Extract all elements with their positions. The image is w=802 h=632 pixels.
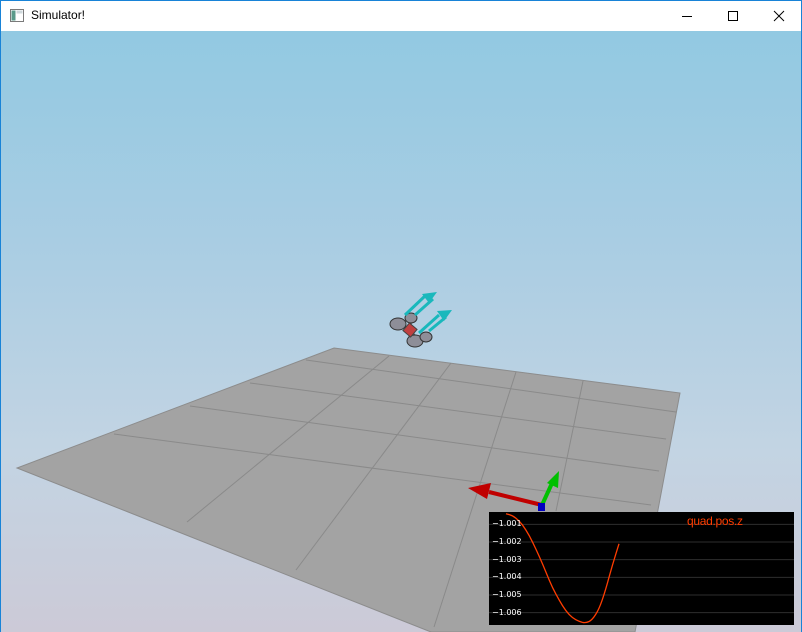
plot-grid: [489, 523, 794, 614]
quadcopter: [389, 312, 433, 348]
close-button[interactable]: [756, 1, 802, 31]
minimize-icon: [682, 16, 692, 17]
window-app-icon: [10, 9, 24, 22]
plot-series-line: [505, 513, 620, 624]
plot-ytick-label: −1.001: [492, 519, 522, 529]
plot-ytick-label: −1.002: [492, 537, 522, 547]
minimize-button[interactable]: [664, 1, 710, 31]
window-title: Simulator!: [31, 8, 86, 22]
close-icon: [773, 10, 785, 22]
plot-ytick-label: −1.006: [492, 607, 522, 617]
maximize-button[interactable]: [710, 1, 756, 31]
simulation-viewport[interactable]: quad.pos.z −1.001 −1.002 −1.003 −1.004 −1.00…: [1, 31, 801, 632]
title-bar[interactable]: Simulator!: [1, 1, 801, 31]
simulator-window: Simulator! quad.pos.z −1.001 −1.002 −1.0…: [0, 0, 802, 632]
plot-svg: [489, 513, 794, 624]
plot-ytick-label: −1.005: [492, 589, 522, 599]
plot-title: quad.pos.z: [687, 514, 743, 528]
plot-ytick-label: −1.003: [492, 554, 522, 564]
maximize-icon: [728, 11, 738, 21]
plot-panel: quad.pos.z −1.001 −1.002 −1.003 −1.004 −1.00…: [489, 512, 794, 625]
plot-ytick-label: −1.004: [492, 572, 522, 582]
